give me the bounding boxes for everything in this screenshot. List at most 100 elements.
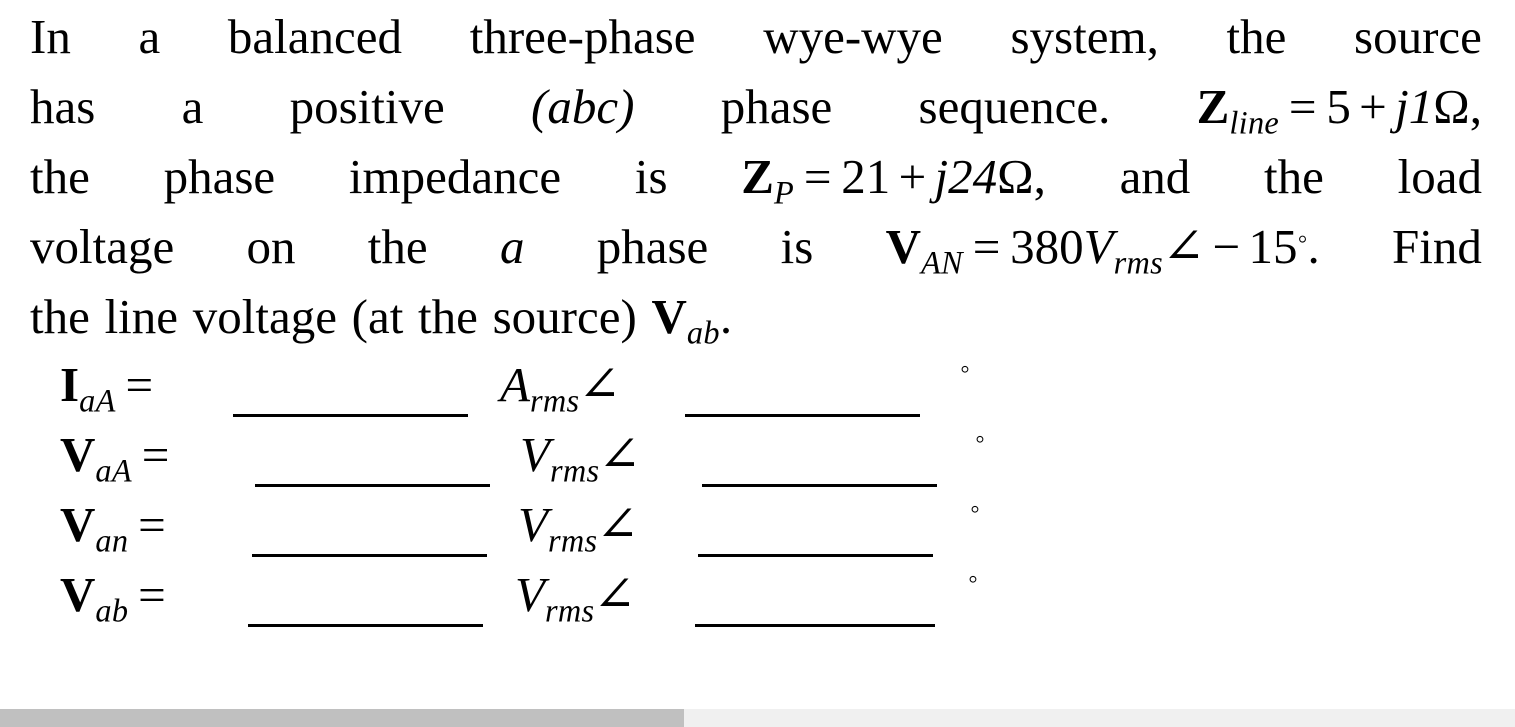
ohm-symbol: Ω [1433, 79, 1470, 134]
comma: , [1469, 79, 1482, 134]
volt-unit-symbol: V [1083, 219, 1114, 274]
angle-blank-i-aa[interactable] [685, 358, 920, 417]
answer-label-v-aa: VaA = [60, 420, 179, 490]
volt-unit-symbol: V [515, 567, 545, 622]
equals-sign: = [125, 357, 154, 412]
angle-blank-v-ab[interactable] [695, 568, 935, 627]
word: load [1397, 149, 1482, 204]
word: impedance [348, 149, 562, 204]
angle-icon: ∠ [596, 497, 640, 552]
angle-icon: ∠ [578, 357, 622, 412]
word: source) [492, 289, 637, 344]
word: the [1226, 9, 1287, 64]
statement-line-1: In a balanced three-phase wye-wye system… [30, 2, 1482, 72]
equals-sign: = [1288, 79, 1317, 134]
answer-row-v-ab: Vab = Vrms∠ ◦ [30, 562, 1030, 632]
magnitude-blank-v-an[interactable] [252, 498, 487, 557]
degree-icon: ◦ [1297, 224, 1308, 256]
ampere-unit-symbol: A [500, 357, 530, 412]
plus-sign: + [1359, 79, 1387, 134]
z-phase-expression: ZP = 21 + j24Ω, [741, 142, 1046, 212]
unit-v-ab: Vrms∠ [515, 560, 637, 630]
minus-sign: − [1212, 219, 1241, 274]
volt-unit-symbol: V [518, 497, 548, 552]
v-an-subscript: an [95, 522, 129, 559]
word: the [30, 289, 90, 344]
statement-line-5: the line voltage (at the source) Vab. [30, 282, 1482, 352]
z-line-imaginary: j1 [1395, 79, 1434, 134]
word: is [780, 219, 814, 274]
magnitude-blank-i-aa[interactable] [233, 358, 468, 417]
v-aa-symbol: V [60, 427, 96, 482]
magnitude-blank-v-ab[interactable] [248, 568, 483, 627]
equals-sign: = [972, 219, 1001, 274]
rms-subscript: rms [1113, 244, 1164, 281]
horizontal-scrollbar-thumb[interactable] [0, 709, 684, 727]
statement-line-3: the phase impedance is ZP = 21 + j24Ω, and t… [30, 142, 1482, 212]
answer-label-v-ab: Vab = [60, 560, 176, 630]
v-ab-target-expression: Vab. [651, 282, 732, 352]
z-line-real: 5 [1326, 79, 1351, 134]
z-phase-symbol: Z [741, 149, 774, 204]
i-aa-symbol: I [60, 357, 80, 412]
rms-subscript: rms [544, 592, 595, 629]
word: phase [163, 149, 276, 204]
degree-icon: ◦ [975, 424, 985, 455]
degree-icon: ◦ [960, 354, 970, 385]
word: is [634, 149, 668, 204]
angle-icon: ∠ [1162, 219, 1206, 274]
word: balanced [227, 9, 403, 64]
period: . [1307, 219, 1320, 274]
z-phase-real: 21 [841, 149, 891, 204]
word: phase [596, 219, 709, 274]
plus-sign: + [898, 149, 927, 204]
v-ab-symbol: V [651, 289, 687, 344]
equals-sign: = [138, 497, 166, 552]
v-an-symbol: V [60, 497, 96, 552]
i-aa-subscript: aA [79, 382, 116, 419]
v-an-given-expression: VAN = 380Vrms∠ −15◦. [886, 212, 1320, 282]
answer-label-v-an: Van = [60, 490, 176, 560]
z-phase-subscript: P [773, 174, 795, 211]
unit-i-aa: Arms∠ [500, 350, 622, 420]
statement-line-2: has a positive (abc) phase sequence. Zli… [30, 72, 1482, 142]
angle-blank-v-aa[interactable] [702, 428, 937, 487]
equals-sign: = [138, 567, 166, 622]
volt-unit-symbol: V [520, 427, 550, 482]
equals-sign: = [141, 427, 170, 482]
word: Find [1392, 219, 1482, 274]
word: a [181, 79, 204, 134]
magnitude-blank-v-aa[interactable] [255, 428, 490, 487]
problem-statement: In a balanced three-phase wye-wye system… [30, 2, 1482, 352]
rms-subscript: rms [547, 522, 598, 559]
degree-icon: ◦ [970, 494, 980, 525]
answer-row-v-an: Van = Vrms∠ ◦ [30, 492, 1030, 562]
word: voltage [30, 219, 175, 274]
word: has [30, 79, 96, 134]
z-line-symbol: Z [1196, 79, 1230, 134]
angle-icon: ∠ [593, 567, 637, 622]
v-an-symbol: V [885, 219, 921, 274]
horizontal-scrollbar[interactable] [0, 709, 1515, 727]
unit-v-aa: Vrms∠ [520, 420, 642, 490]
v-ab-subscript: ab [686, 314, 720, 351]
word: sequence. [918, 79, 1111, 134]
word: a [138, 9, 161, 64]
statement-line-4: voltage on the a phase is VAN = 380Vrms∠ −1… [30, 212, 1482, 282]
comma: , [1033, 149, 1046, 204]
angle-blank-v-an[interactable] [698, 498, 933, 557]
ohm-symbol: Ω [997, 149, 1034, 204]
phase-sequence-abc: (abc) [531, 79, 635, 134]
v-ab-symbol: V [60, 567, 96, 622]
z-phase-imaginary: j24 [934, 149, 998, 204]
phase-a-label: a [499, 219, 525, 274]
word: In [30, 9, 71, 64]
rms-subscript: rms [549, 452, 600, 489]
v-an-subscript: AN [920, 244, 963, 281]
unit-v-an: Vrms∠ [518, 490, 640, 560]
word: positive [289, 79, 445, 134]
word: the [1264, 149, 1324, 204]
word: source [1354, 9, 1482, 64]
word: the [30, 149, 90, 204]
answer-row-v-aa: VaA = Vrms∠ ◦ [30, 422, 1030, 492]
